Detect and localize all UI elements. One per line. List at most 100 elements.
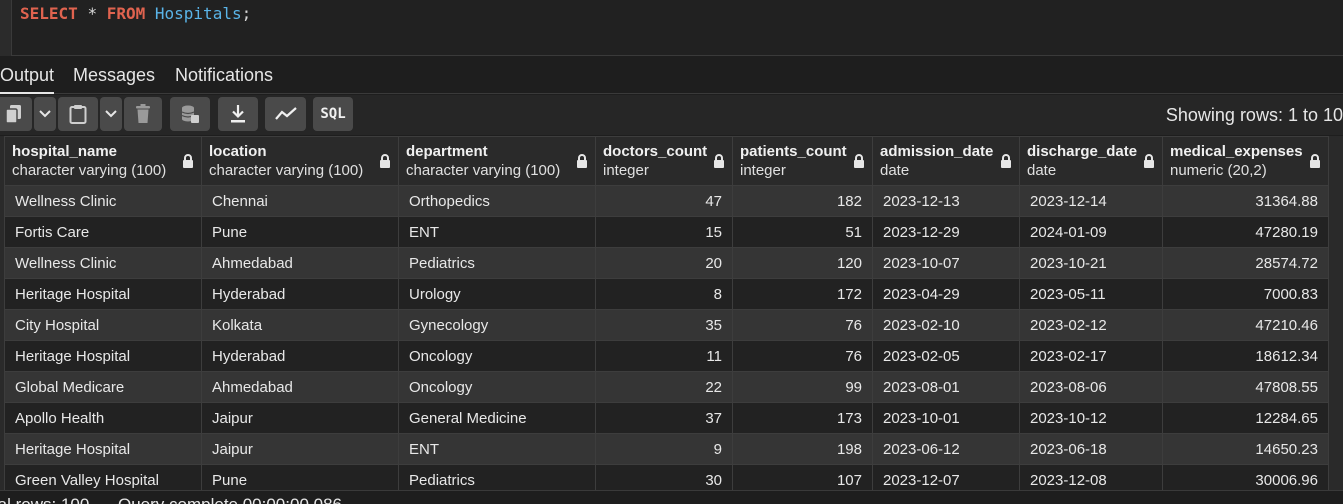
cell-location[interactable]: Ahmedabad [201,371,399,403]
cell-hospital-name[interactable]: Apollo Health [4,402,202,434]
cell-discharge-date[interactable]: 2023-12-08 [1019,464,1163,490]
cell-doctors-count[interactable]: 22 [595,371,733,403]
cell-location[interactable]: Pune [201,216,399,248]
paste-options-dropdown[interactable] [100,97,122,131]
cell-department[interactable]: ENT [398,216,596,248]
cell-patients-count[interactable]: 173 [732,402,873,434]
table-row[interactable]: City Hospital Kolkata Gynecology 35 76 2… [4,309,1329,341]
cell-department[interactable]: Oncology [398,371,596,403]
download-button[interactable] [218,97,258,131]
cell-medical-expenses[interactable]: 47808.55 [1162,371,1329,403]
cell-hospital-name[interactable]: Green Valley Hospital [4,464,202,490]
cell-doctors-count[interactable]: 30 [595,464,733,490]
cell-department[interactable]: Pediatrics [398,464,596,490]
cell-department[interactable]: Urology [398,278,596,310]
cell-location[interactable]: Jaipur [201,433,399,465]
cell-discharge-date[interactable]: 2023-08-06 [1019,371,1163,403]
column-header-hospital-name[interactable]: hospital_name character varying (100) [4,136,202,186]
cell-medical-expenses[interactable]: 30006.96 [1162,464,1329,490]
cell-doctors-count[interactable]: 37 [595,402,733,434]
save-data-button[interactable] [170,97,210,131]
query-editor[interactable]: SELECT * FROM Hospitals; [0,0,1343,56]
cell-admission-date[interactable]: 2023-02-05 [872,340,1020,372]
cell-patients-count[interactable]: 172 [732,278,873,310]
cell-discharge-date[interactable]: 2023-12-14 [1019,185,1163,217]
cell-doctors-count[interactable]: 8 [595,278,733,310]
table-row[interactable]: Apollo Health Jaipur General Medicine 37… [4,402,1329,434]
cell-patients-count[interactable]: 182 [732,185,873,217]
cell-hospital-name[interactable]: Heritage Hospital [4,278,202,310]
column-header-patients-count[interactable]: patients_count integer [732,136,873,186]
table-row[interactable]: Heritage Hospital Hyderabad Oncology 11 … [4,340,1329,372]
cell-discharge-date[interactable]: 2023-05-11 [1019,278,1163,310]
cell-hospital-name[interactable]: Wellness Clinic [4,247,202,279]
table-row[interactable]: Heritage Hospital Hyderabad Urology 8 17… [4,278,1329,310]
cell-department[interactable]: General Medicine [398,402,596,434]
table-row[interactable]: Global Medicare Ahmedabad Oncology 22 99… [4,371,1329,403]
paste-button[interactable] [58,97,98,131]
cell-patients-count[interactable]: 76 [732,340,873,372]
cell-location[interactable]: Pune [201,464,399,490]
tab-notifications[interactable]: Notifications [175,65,273,86]
cell-doctors-count[interactable]: 15 [595,216,733,248]
cell-hospital-name[interactable]: Heritage Hospital [4,433,202,465]
cell-medical-expenses[interactable]: 14650.23 [1162,433,1329,465]
cell-admission-date[interactable]: 2023-08-01 [872,371,1020,403]
cell-location[interactable]: Jaipur [201,402,399,434]
cell-discharge-date[interactable]: 2023-02-12 [1019,309,1163,341]
copy-button[interactable] [0,97,32,131]
table-row[interactable]: Heritage Hospital Jaipur ENT 9 198 2023-… [4,433,1329,465]
cell-hospital-name[interactable]: Wellness Clinic [4,185,202,217]
column-header-admission-date[interactable]: admission_date date [872,136,1020,186]
cell-doctors-count[interactable]: 35 [595,309,733,341]
cell-doctors-count[interactable]: 20 [595,247,733,279]
graph-visualiser-button[interactable] [265,97,306,131]
cell-admission-date[interactable]: 2023-12-13 [872,185,1020,217]
cell-location[interactable]: Chennai [201,185,399,217]
cell-hospital-name[interactable]: City Hospital [4,309,202,341]
cell-medical-expenses[interactable]: 7000.83 [1162,278,1329,310]
column-header-department[interactable]: department character varying (100) [398,136,596,186]
cell-admission-date[interactable]: 2023-10-07 [872,247,1020,279]
cell-hospital-name[interactable]: Fortis Care [4,216,202,248]
cell-location[interactable]: Kolkata [201,309,399,341]
column-header-doctors-count[interactable]: doctors_count integer [595,136,733,186]
cell-medical-expenses[interactable]: 47210.46 [1162,309,1329,341]
cell-discharge-date[interactable]: 2024-01-09 [1019,216,1163,248]
cell-location[interactable]: Hyderabad [201,278,399,310]
cell-patients-count[interactable]: 76 [732,309,873,341]
tab-output[interactable]: Output [0,65,55,94]
table-row[interactable]: Green Valley Hospital Pune Pediatrics 30… [4,464,1329,490]
cell-discharge-date[interactable]: 2023-10-12 [1019,402,1163,434]
cell-department[interactable]: Gynecology [398,309,596,341]
cell-medical-expenses[interactable]: 12284.65 [1162,402,1329,434]
cell-doctors-count[interactable]: 9 [595,433,733,465]
cell-discharge-date[interactable]: 2023-06-18 [1019,433,1163,465]
cell-admission-date[interactable]: 2023-10-01 [872,402,1020,434]
cell-department[interactable]: Pediatrics [398,247,596,279]
cell-medical-expenses[interactable]: 18612.34 [1162,340,1329,372]
cell-patients-count[interactable]: 120 [732,247,873,279]
cell-department[interactable]: Oncology [398,340,596,372]
tab-messages[interactable]: Messages [73,65,155,86]
copy-options-dropdown[interactable] [34,97,56,131]
cell-hospital-name[interactable]: Heritage Hospital [4,340,202,372]
column-header-location[interactable]: location character varying (100) [201,136,399,186]
cell-admission-date[interactable]: 2023-02-10 [872,309,1020,341]
column-header-medical-expenses[interactable]: medical_expenses numeric (20,2) [1162,136,1329,186]
delete-button[interactable] [124,97,162,131]
cell-admission-date[interactable]: 2023-12-29 [872,216,1020,248]
table-row[interactable]: Fortis Care Pune ENT 15 51 2023-12-29 20… [4,216,1329,248]
cell-location[interactable]: Hyderabad [201,340,399,372]
cell-medical-expenses[interactable]: 28574.72 [1162,247,1329,279]
cell-patients-count[interactable]: 51 [732,216,873,248]
table-row[interactable]: Wellness Clinic Ahmedabad Pediatrics 20 … [4,247,1329,279]
sql-button[interactable]: SQL [313,97,353,131]
cell-department[interactable]: Orthopedics [398,185,596,217]
cell-patients-count[interactable]: 107 [732,464,873,490]
cell-discharge-date[interactable]: 2023-10-21 [1019,247,1163,279]
cell-admission-date[interactable]: 2023-12-07 [872,464,1020,490]
cell-doctors-count[interactable]: 47 [595,185,733,217]
cell-admission-date[interactable]: 2023-04-29 [872,278,1020,310]
cell-location[interactable]: Ahmedabad [201,247,399,279]
